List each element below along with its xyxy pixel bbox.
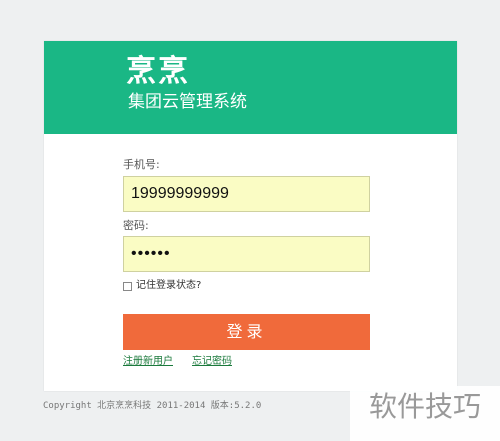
header-banner: 烹烹 集团云管理系统 xyxy=(44,41,457,134)
watermark: 软件技巧 xyxy=(350,386,500,441)
remember-label: 记住登录状态? xyxy=(136,280,202,291)
register-link[interactable]: 注册新用户 xyxy=(123,356,173,368)
phone-input[interactable]: 19999999999 xyxy=(123,176,370,212)
remember-checkbox[interactable] xyxy=(123,281,132,291)
phone-label: 手机号: xyxy=(123,158,160,171)
brand-subtitle: 集团云管理系统 xyxy=(128,92,247,112)
password-label: 密码: xyxy=(123,219,149,232)
password-input[interactable]: •••••• xyxy=(123,236,370,272)
brand-logo: 烹烹 xyxy=(126,54,190,89)
login-card: 烹烹 集团云管理系统 手机号: 19999999999 密码: •••••• 记… xyxy=(44,41,457,391)
remember-login[interactable]: 记住登录状态? xyxy=(123,280,201,292)
forgot-password-link[interactable]: 忘记密码 xyxy=(192,356,232,368)
login-button[interactable]: 登录 xyxy=(123,314,370,350)
copyright-text: Copyright 北京烹烹科技 2011-2014 版本:5.2.0 xyxy=(43,401,262,411)
